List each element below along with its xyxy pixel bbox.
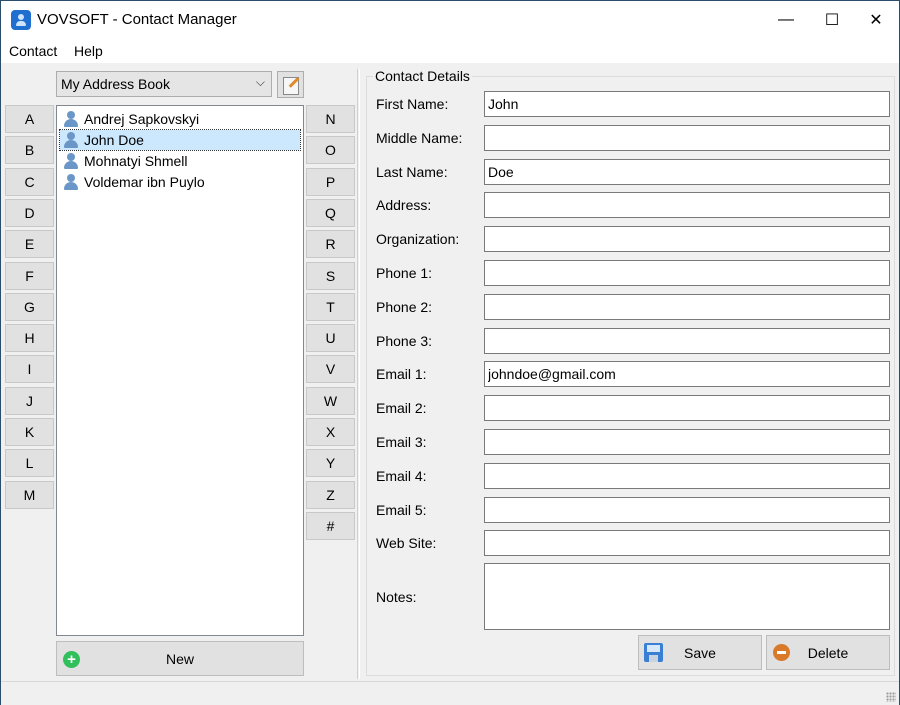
new-contact-button[interactable]: + New: [56, 641, 304, 676]
notes-field[interactable]: [484, 563, 890, 630]
notes-label: Notes:: [376, 589, 417, 605]
email-1-field[interactable]: [484, 361, 890, 388]
middle-name-label: Middle Name:: [376, 129, 463, 146]
contact-name: John Doe: [84, 132, 144, 148]
email-4-field[interactable]: [484, 462, 890, 489]
save-button-label: Save: [684, 644, 716, 661]
title-bar: VOVSOFT - Contact Manager — ☐ ✕: [1, 1, 899, 39]
letter-button-b[interactable]: B: [5, 136, 54, 165]
letter-button-f[interactable]: F: [5, 261, 54, 290]
organization-field[interactable]: [484, 226, 890, 253]
letter-button-q[interactable]: Q: [306, 198, 355, 227]
letter-button-d[interactable]: D: [5, 198, 54, 227]
address-field[interactable]: [484, 192, 890, 219]
letter-button-hash[interactable]: #: [306, 511, 355, 540]
letter-button-a[interactable]: A: [5, 105, 54, 133]
contact-details-title: Contact Details: [373, 68, 472, 84]
delete-button-label: Delete: [807, 644, 849, 661]
first-name-label: First Name:: [376, 96, 449, 112]
person-icon: [63, 132, 79, 148]
address-book-select[interactable]: My Address Book ⌵: [56, 71, 272, 97]
email-3-field[interactable]: [484, 429, 890, 455]
chevron-down-icon: ⌵: [255, 75, 265, 89]
letter-button-e[interactable]: E: [5, 230, 54, 259]
contact-name: Mohnatyi Shmell: [84, 153, 188, 169]
letter-button-i[interactable]: I: [5, 355, 54, 384]
email-1-label: Email 1:: [376, 366, 427, 383]
letter-button-l[interactable]: L: [5, 449, 54, 478]
edit-address-book-button[interactable]: [277, 71, 304, 98]
minimize-button[interactable]: —: [763, 1, 809, 39]
letter-button-n[interactable]: N: [306, 105, 355, 133]
menu-bar: Contact Help: [1, 39, 899, 63]
web-site-field[interactable]: [484, 530, 890, 557]
person-icon: [63, 111, 79, 127]
letter-button-x[interactable]: X: [306, 418, 355, 446]
letter-button-w[interactable]: W: [306, 386, 355, 415]
maximize-button[interactable]: ☐: [809, 1, 855, 39]
middle-name-field[interactable]: [484, 124, 890, 151]
plus-icon: +: [63, 651, 80, 668]
contact-list-item[interactable]: Voldemar ibn Puylo: [60, 172, 300, 192]
letter-button-s[interactable]: S: [306, 261, 355, 290]
phone-2-label: Phone 2:: [376, 298, 433, 315]
contact-name: Voldemar ibn Puylo: [84, 174, 205, 190]
email-4-label: Email 4:: [376, 467, 427, 484]
close-button[interactable]: ✕: [853, 1, 899, 39]
email-2-label: Email 2:: [376, 400, 427, 417]
person-icon: [63, 153, 79, 169]
address-book-value: My Address Book: [61, 76, 170, 92]
letter-button-z[interactable]: Z: [306, 480, 355, 509]
letter-button-t[interactable]: T: [306, 292, 355, 321]
phone-1-field[interactable]: [484, 260, 890, 286]
letter-button-c[interactable]: C: [5, 167, 54, 196]
person-icon: [63, 174, 79, 190]
delete-button[interactable]: Delete: [766, 635, 890, 670]
menu-help[interactable]: Help: [74, 43, 103, 59]
first-name-field[interactable]: [484, 91, 890, 117]
save-button[interactable]: Save: [638, 635, 762, 670]
new-button-label: New: [165, 650, 194, 667]
contact-list-item[interactable]: Andrej Sapkovskyi: [60, 109, 300, 129]
status-bar: [1, 681, 899, 705]
organization-label: Organization:: [376, 231, 460, 248]
letter-button-m[interactable]: M: [5, 480, 54, 509]
phone-3-field[interactable]: [484, 327, 890, 354]
contact-list-item[interactable]: Mohnatyi Shmell: [60, 151, 300, 171]
contact-list[interactable]: Andrej Sapkovskyi John Doe Mohnatyi Shmell…: [56, 105, 304, 636]
app-contact-icon: [11, 10, 31, 30]
letter-button-r[interactable]: R: [306, 230, 355, 259]
letter-button-u[interactable]: U: [306, 324, 355, 353]
delete-icon: [773, 644, 790, 661]
web-site-label: Web Site:: [376, 535, 437, 552]
letter-button-y[interactable]: Y: [306, 449, 355, 478]
letter-button-j[interactable]: J: [5, 386, 54, 415]
email-2-field[interactable]: [484, 395, 890, 422]
panel-splitter[interactable]: [357, 69, 360, 679]
letter-button-v[interactable]: V: [306, 355, 355, 384]
contact-name: Andrej Sapkovskyi: [84, 111, 200, 127]
phone-2-field[interactable]: [484, 293, 890, 320]
letter-button-h[interactable]: H: [5, 324, 54, 353]
email-5-label: Email 5:: [376, 501, 427, 518]
floppy-disk-icon: [644, 643, 663, 662]
menu-contact[interactable]: Contact: [9, 43, 57, 59]
last-name-label: Last Name:: [376, 163, 448, 180]
email-5-field[interactable]: [484, 496, 890, 523]
window-title: VOVSOFT - Contact Manager: [37, 11, 237, 28]
contact-list-item[interactable]: John Doe: [59, 129, 301, 151]
phone-1-label: Phone 1:: [376, 265, 433, 281]
address-label: Address:: [376, 197, 432, 214]
phone-3-label: Phone 3:: [376, 332, 433, 349]
last-name-field[interactable]: [484, 158, 890, 185]
email-3-label: Email 3:: [376, 434, 427, 450]
letter-button-g[interactable]: G: [5, 292, 54, 321]
resize-grip-icon[interactable]: [886, 692, 896, 702]
letter-button-o[interactable]: O: [306, 136, 355, 165]
app-window: VOVSOFT - Contact Manager — ☐ ✕ Contact …: [0, 0, 900, 705]
letter-button-k[interactable]: K: [5, 418, 54, 446]
letter-button-p[interactable]: P: [306, 167, 355, 196]
